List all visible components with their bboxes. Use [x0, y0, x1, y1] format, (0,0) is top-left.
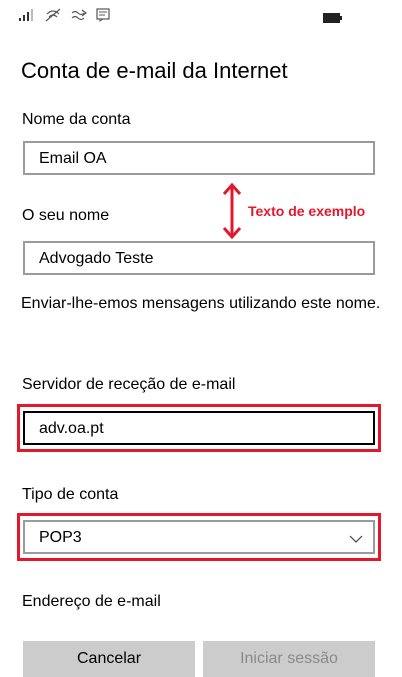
your-name-label: O seu nome	[22, 207, 110, 224]
your-name-input[interactable]: Advogado Teste	[23, 241, 375, 275]
message-icon	[96, 8, 110, 27]
status-bar	[0, 0, 402, 28]
double-arrow-icon	[221, 182, 243, 245]
email-address-label: Endereço de e-mail	[22, 593, 161, 610]
signal-icon	[19, 8, 37, 26]
incoming-server-value: adv.oa.pt	[39, 420, 104, 437]
account-name-value: Email OA	[39, 150, 107, 167]
battery-icon	[323, 10, 343, 28]
account-name-input[interactable]: Email OA	[23, 141, 375, 175]
your-name-helper-text: Enviar-lhe-emos mensagens utilizando est…	[21, 295, 381, 312]
your-name-value: Advogado Teste	[39, 250, 154, 267]
sign-in-button[interactable]: Iniciar sessão	[203, 641, 375, 677]
annotation-label: Texto de exemplo	[248, 203, 366, 219]
incoming-server-input[interactable]: adv.oa.pt	[23, 411, 375, 445]
wifi-icon	[44, 8, 62, 27]
cancel-button[interactable]: Cancelar	[23, 641, 195, 677]
page-title: Conta de e-mail da Internet	[21, 58, 288, 83]
account-name-label: Nome da conta	[22, 111, 131, 128]
incoming-server-label: Servidor de receção de e-mail	[22, 376, 236, 393]
account-type-value: POP3	[39, 529, 82, 546]
chevron-down-icon	[349, 531, 363, 549]
sync-icon	[70, 8, 88, 27]
account-type-label: Tipo de conta	[22, 486, 119, 503]
account-type-select[interactable]: POP3	[23, 520, 375, 554]
